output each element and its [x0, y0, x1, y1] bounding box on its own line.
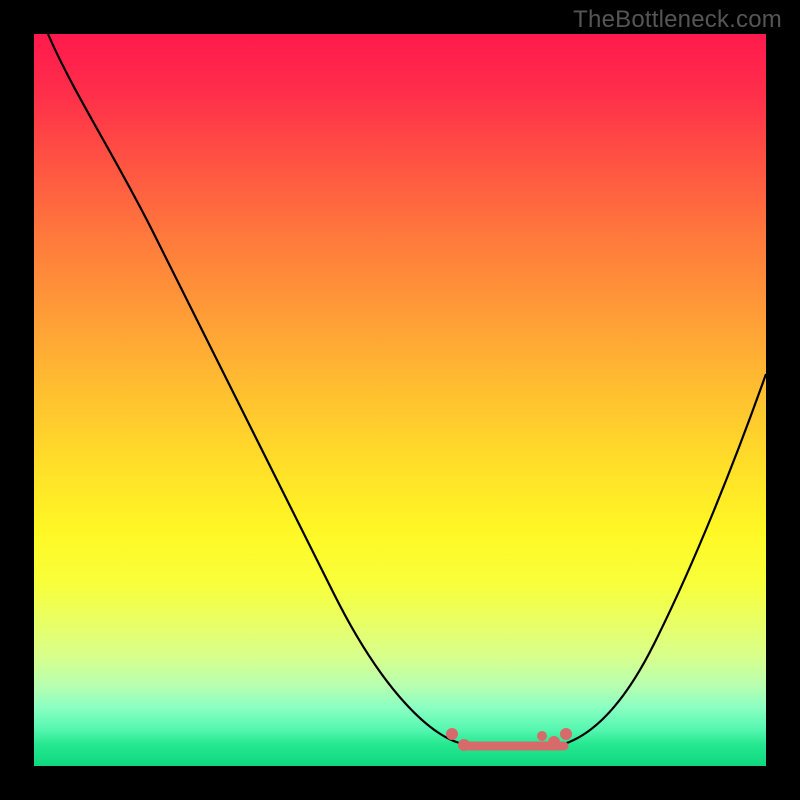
marker-dot-bump — [537, 731, 547, 741]
curve-svg — [34, 34, 766, 766]
marker-dot-left-2 — [458, 739, 470, 751]
marker-dot-right-2 — [560, 728, 572, 740]
plot-area — [34, 34, 766, 766]
curve-right — [564, 374, 766, 744]
chart-frame: TheBottleneck.com — [0, 0, 800, 800]
marker-dot-right-1 — [548, 736, 560, 748]
watermark-text: TheBottleneck.com — [573, 6, 782, 34]
curve-left — [48, 34, 464, 744]
marker-dot-left-1 — [446, 728, 458, 740]
